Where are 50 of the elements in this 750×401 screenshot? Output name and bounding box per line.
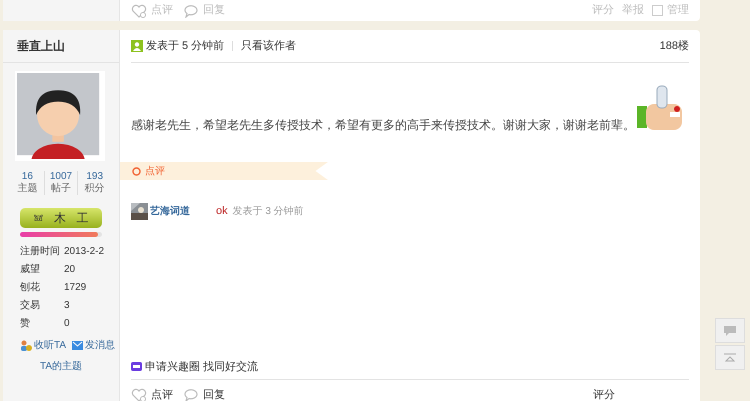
- follow-link[interactable]: 收听TA: [34, 338, 66, 353]
- info-label: 赞: [20, 316, 31, 330]
- info-label: 刨花: [20, 280, 41, 294]
- info-label: 交易: [20, 298, 41, 312]
- commenter-name[interactable]: 艺海词道: [150, 204, 216, 219]
- info-label: 威望: [20, 262, 41, 276]
- post-time: 发表于 5 分钟前: [146, 38, 224, 54]
- stat-value[interactable]: 1007: [50, 171, 72, 183]
- envelope-icon: [72, 341, 84, 350]
- circle-icon: [132, 166, 141, 176]
- comment-text: ok: [216, 204, 228, 220]
- info-label: 注册时间: [20, 244, 61, 258]
- speech-bubble-icon: [183, 4, 199, 18]
- rank-icon: 𖠌: [33, 210, 44, 226]
- badge-icon: [131, 362, 142, 372]
- rank-text: 工: [76, 210, 89, 227]
- info-value: 0: [64, 316, 70, 330]
- rank-text: 木: [54, 210, 66, 227]
- info-value: 2013-2-2: [64, 244, 104, 258]
- checkbox[interactable]: [652, 5, 663, 16]
- chat-icon: [723, 324, 737, 336]
- floor-number[interactable]: 188楼: [660, 38, 689, 54]
- post-text: 感谢老先生，希望老先生多传授技术，希望有更多的高手来传授技术。谢谢大家，谢谢老前辈。: [131, 117, 635, 134]
- back-to-top-button[interactable]: [715, 345, 745, 370]
- interest-link[interactable]: 申请兴趣圈 找同好交流: [145, 358, 258, 375]
- stat-label: 积分: [84, 183, 105, 195]
- heart-icon: [131, 4, 147, 18]
- manage-label: 管理: [667, 3, 689, 18]
- info-value: 1729: [64, 280, 86, 294]
- speech-bubble-icon: [183, 388, 199, 401]
- info-value: 20: [64, 262, 76, 276]
- people-icon: [20, 340, 32, 351]
- avatar[interactable]: [15, 71, 105, 161]
- message-link[interactable]: 发消息: [85, 338, 116, 353]
- comment-link[interactable]: 点评: [151, 386, 173, 401]
- stat-label: 帖子: [51, 183, 71, 195]
- info-value: 3: [64, 298, 70, 312]
- chat-button[interactable]: [715, 318, 745, 343]
- stat-value[interactable]: 193: [86, 171, 104, 183]
- back-to-top-icon: [724, 352, 736, 362]
- stat-label: 主题: [17, 183, 38, 195]
- action-link[interactable]: 评分: [593, 386, 615, 401]
- reply-link[interactable]: 回复: [203, 386, 225, 401]
- stat-value[interactable]: 16: [22, 171, 33, 183]
- comment-time: 发表于 3 分钟前: [232, 204, 304, 219]
- comments-banner-label: 点评: [145, 164, 165, 178]
- topics-link[interactable]: TA的主题: [40, 359, 82, 374]
- only-author-link[interactable]: 只看该作者: [241, 38, 296, 54]
- user-icon: [131, 40, 143, 52]
- author-name[interactable]: 垂直上山: [17, 37, 65, 55]
